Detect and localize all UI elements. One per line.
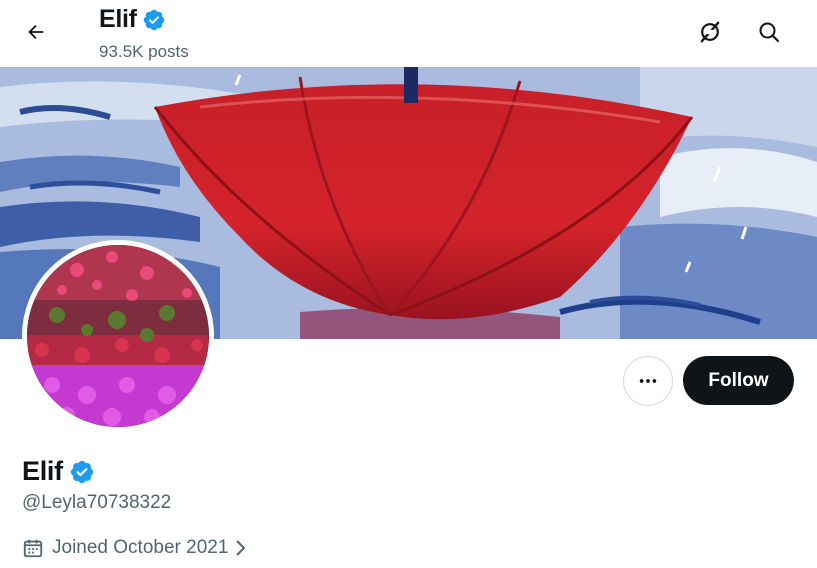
- chevron-right-icon: [236, 540, 246, 556]
- follow-button[interactable]: Follow: [683, 356, 794, 405]
- profile-page: Elif 93.5K posts Follow Elif @Leyla70738…: [0, 0, 817, 568]
- verified-badge-icon: [143, 9, 164, 30]
- back-button[interactable]: [16, 12, 56, 52]
- profile-handle: @Leyla70738322: [22, 492, 172, 513]
- profile-avatar[interactable]: [22, 240, 214, 432]
- profile-name: Elif: [22, 456, 63, 486]
- grok-icon: [700, 21, 720, 43]
- arrow-left-icon: [28, 24, 44, 40]
- profile-name-row: Elif: [22, 456, 95, 487]
- header-post-count: 93.5K posts: [99, 42, 189, 61]
- header-name: Elif: [99, 5, 137, 33]
- profile-header: Elif 93.5K posts: [0, 0, 817, 67]
- more-horizontal-icon: [639, 379, 657, 383]
- grok-button[interactable]: [690, 12, 730, 52]
- avatar-flowers-image: [27, 245, 209, 427]
- more-options-button[interactable]: [623, 356, 673, 406]
- search-button[interactable]: [749, 12, 789, 52]
- joined-date-text: Joined October 2021: [52, 537, 229, 558]
- header-title-row: Elif: [99, 5, 166, 34]
- verified-badge-icon[interactable]: [69, 459, 95, 485]
- search-icon: [759, 22, 780, 43]
- calendar-icon: [23, 539, 43, 558]
- joined-date-row[interactable]: Joined October 2021: [22, 537, 248, 559]
